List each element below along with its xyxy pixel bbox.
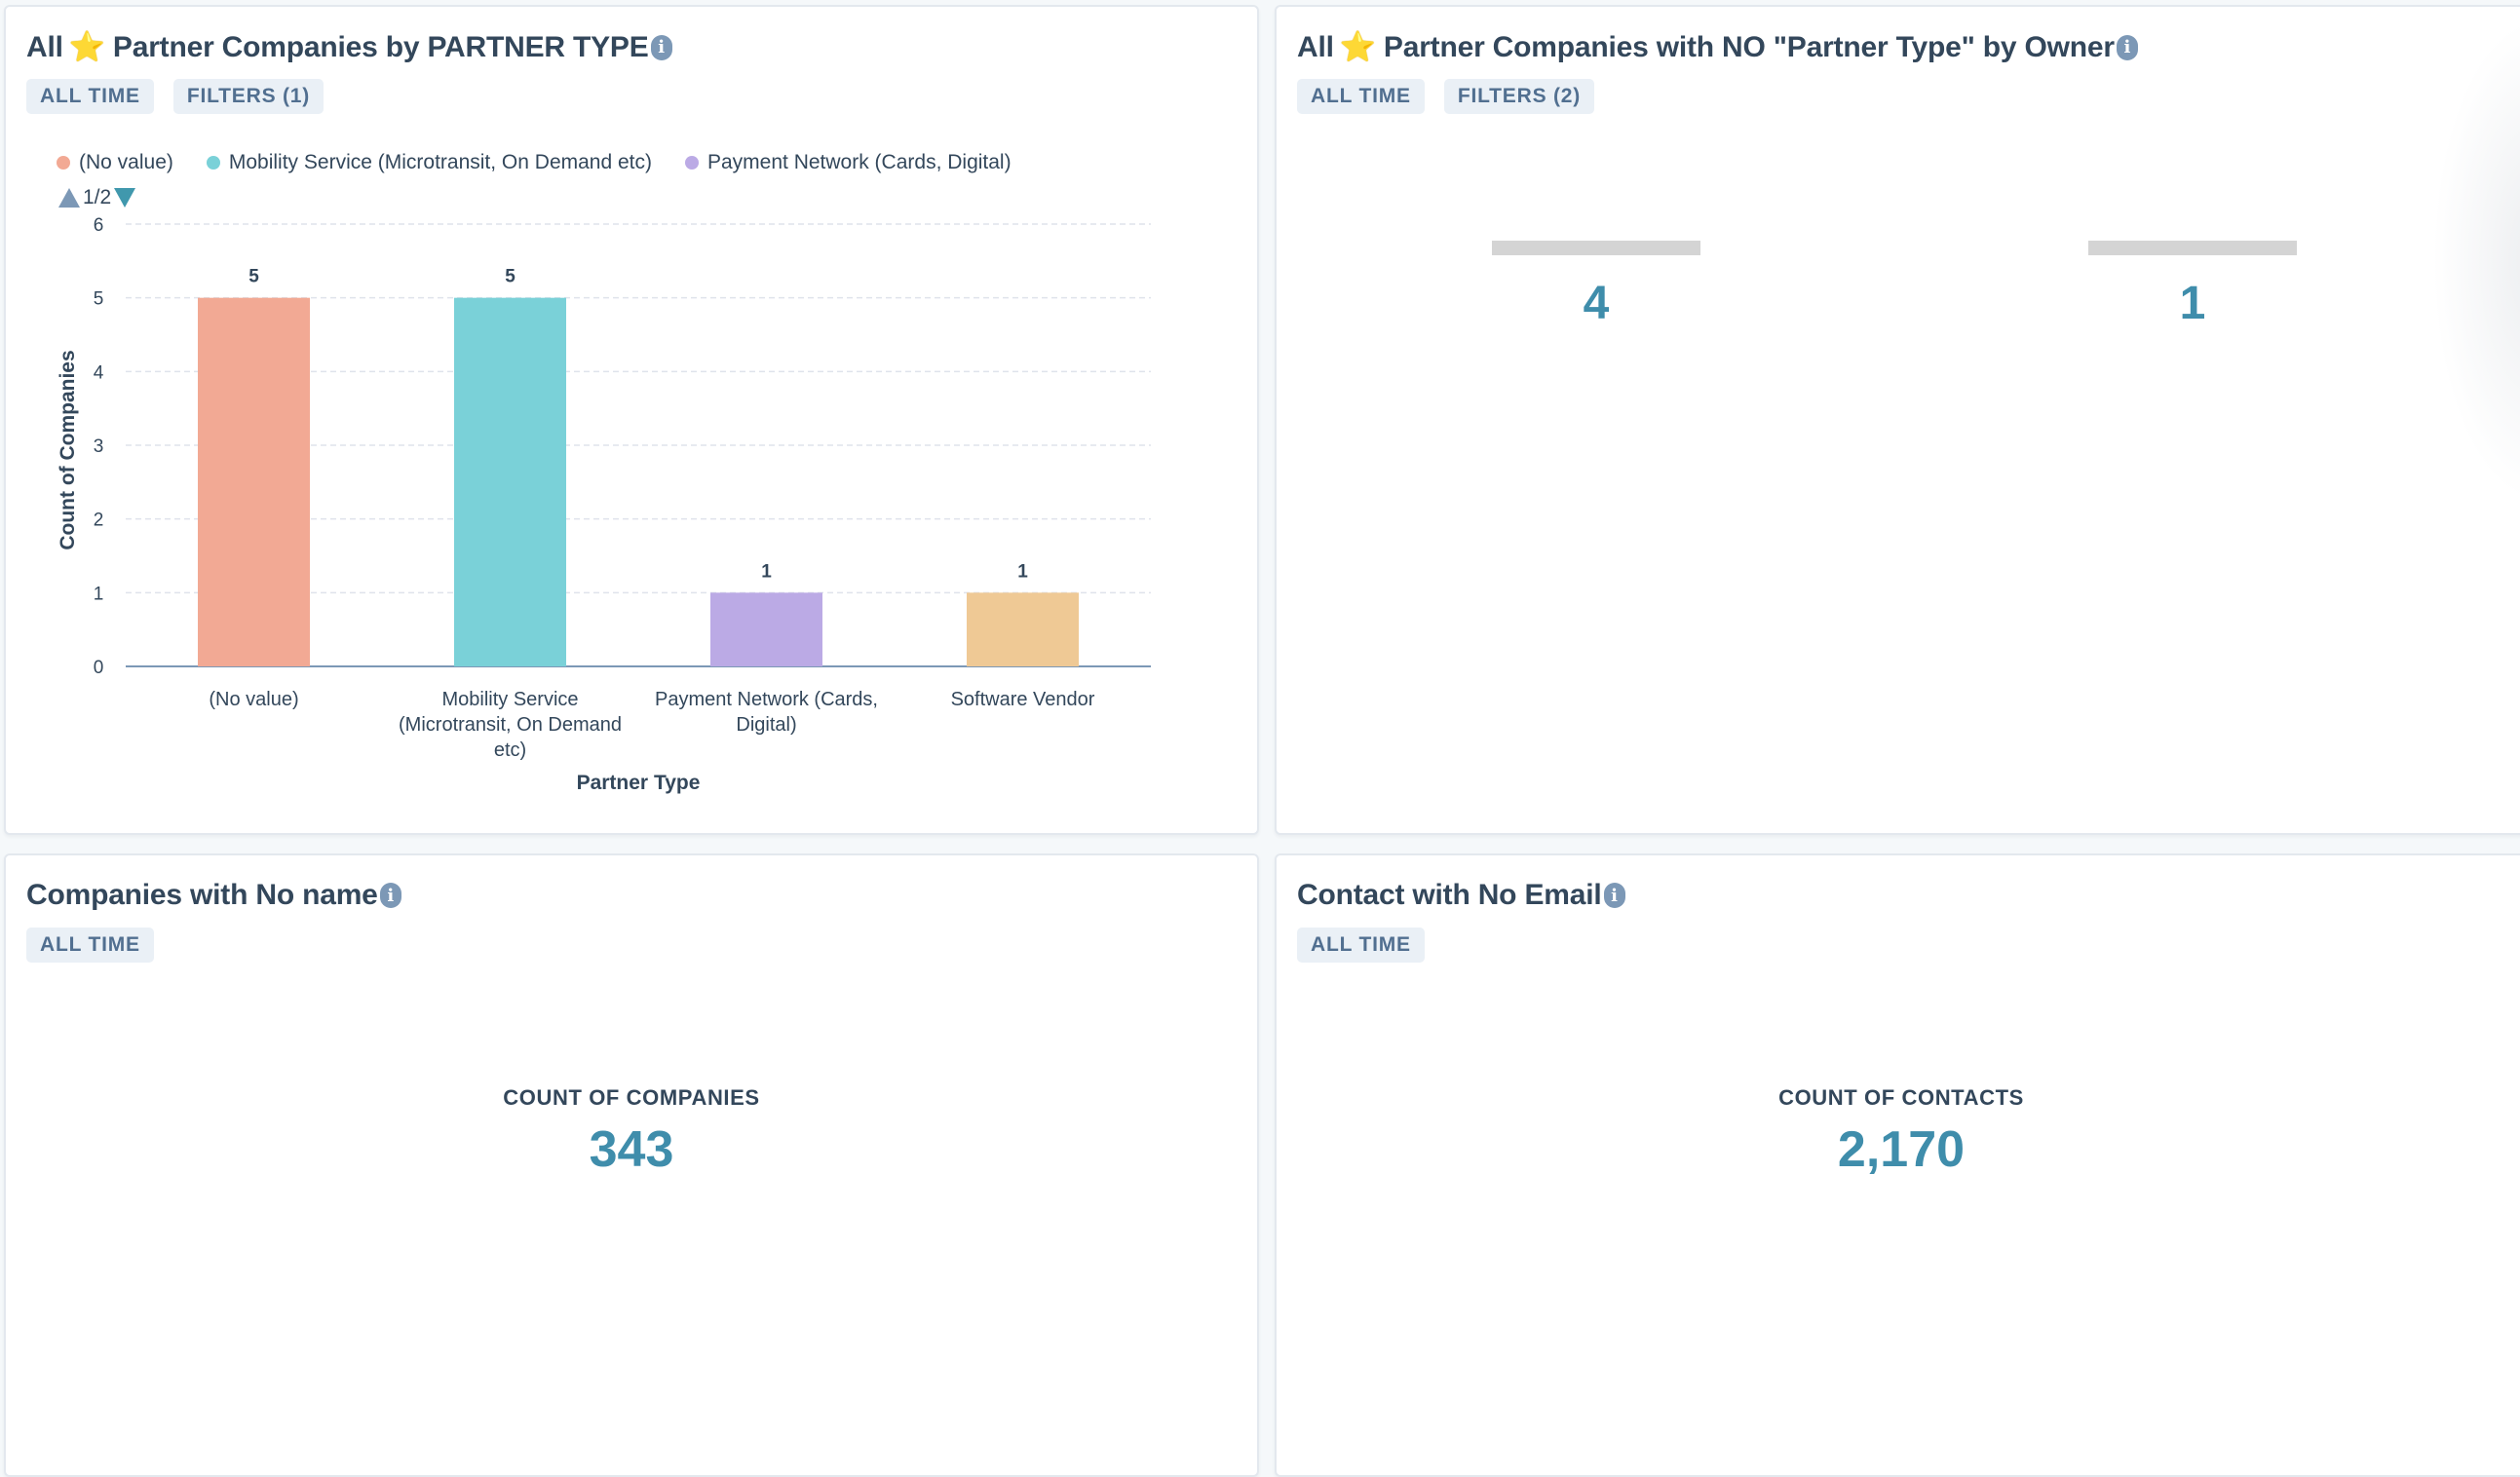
report-tags: ALL TIME — [1297, 928, 1425, 963]
x-tick-label: etc) — [494, 739, 526, 761]
y-tick-label: 5 — [94, 289, 104, 310]
owner-name-redacted — [1492, 241, 1700, 255]
date-range-tag[interactable]: ALL TIME — [1297, 79, 1425, 114]
owner-name-redacted — [2088, 241, 2297, 255]
owner-count[interactable]: 4 — [1450, 277, 1742, 330]
bar[interactable] — [710, 592, 822, 666]
report-title[interactable]: Contact with No Email i — [1297, 879, 1625, 912]
bar[interactable] — [454, 297, 566, 666]
date-range-tag[interactable]: ALL TIME — [1297, 928, 1425, 963]
y-axis-title: Count of Companies — [57, 350, 79, 549]
y-tick-label: 3 — [94, 436, 104, 457]
x-tick-label: (Microtransit, On Demand — [399, 714, 622, 736]
y-tick-label: 6 — [94, 215, 104, 236]
title-text: Companies with No name — [26, 879, 378, 911]
title-text: Contact with No Email — [1297, 879, 1602, 911]
y-tick-label: 2 — [94, 511, 104, 531]
bar-data-label: 5 — [505, 267, 515, 287]
filters-tag[interactable]: FILTERS (2) — [1443, 79, 1595, 114]
info-icon[interactable]: i — [379, 883, 401, 908]
owner-metric: 1 — [2046, 241, 2339, 330]
partner-type-report-card: All ⭐ Partner Companies by PARTNER TYPE … — [4, 5, 1259, 835]
kpi-label: COUNT OF COMPANIES — [503, 1085, 760, 1110]
bar[interactable] — [967, 592, 1079, 666]
kpi-block: COUNT OF COMPANIES 343 — [6, 1085, 1257, 1179]
report-title[interactable]: Companies with No name i — [26, 879, 401, 912]
x-tick-label: Software Vendor — [951, 689, 1095, 710]
x-tick-label: Payment Network (Cards, — [655, 689, 878, 710]
bar-data-label: 1 — [761, 561, 772, 582]
contacts-no-email-card: Contact with No Email i ALL TIME COUNT O… — [1275, 853, 2520, 1477]
x-tick-label: (No value) — [209, 689, 298, 710]
bar-data-label: 1 — [1017, 561, 1028, 582]
no-partner-type-by-owner-card: All ⭐ Partner Companies with NO "Partner… — [1275, 5, 2520, 835]
y-tick-label: 0 — [94, 658, 104, 678]
x-tick-label: Mobility Service — [441, 689, 578, 710]
report-tags: ALL TIME — [26, 928, 154, 963]
bar-chart: 0 1 2 3 4 5 6 5 (No value) 5 Mobility Service (Micr… — [57, 215, 1151, 794]
report-title[interactable]: All ⭐ Partner Companies with NO "Partner… — [1297, 30, 2138, 64]
date-range-tag[interactable]: ALL TIME — [26, 928, 154, 963]
companies-no-name-card: Companies with No name i ALL TIME COUNT … — [4, 853, 1259, 1477]
bar-data-label: 5 — [248, 267, 259, 287]
owner-count[interactable]: 1 — [2046, 277, 2339, 330]
title-prefix: All — [1297, 30, 1334, 63]
kpi-value[interactable]: 343 — [6, 1120, 1257, 1179]
report-tags: ALL TIME FILTERS (2) — [1297, 79, 1595, 114]
x-tick-label: Digital) — [736, 714, 796, 736]
x-axis-title: Partner Type — [577, 772, 701, 794]
y-tick-label: 4 — [94, 362, 104, 383]
y-tick-label: 1 — [94, 584, 104, 604]
star-icon: ⭐ — [1339, 31, 1376, 63]
title-text: Partner Companies with NO "Partner Type"… — [1383, 30, 2115, 63]
kpi-block: COUNT OF CONTACTS 2,170 — [1277, 1085, 2520, 1179]
bar[interactable] — [198, 297, 310, 666]
kpi-label: COUNT OF CONTACTS — [1778, 1085, 2024, 1110]
edge-shadow — [2432, 17, 2520, 504]
kpi-value[interactable]: 2,170 — [1277, 1120, 2520, 1179]
info-icon[interactable]: i — [2116, 34, 2138, 60]
info-icon[interactable]: i — [1603, 883, 1625, 908]
owner-metric: 4 — [1450, 241, 1742, 330]
